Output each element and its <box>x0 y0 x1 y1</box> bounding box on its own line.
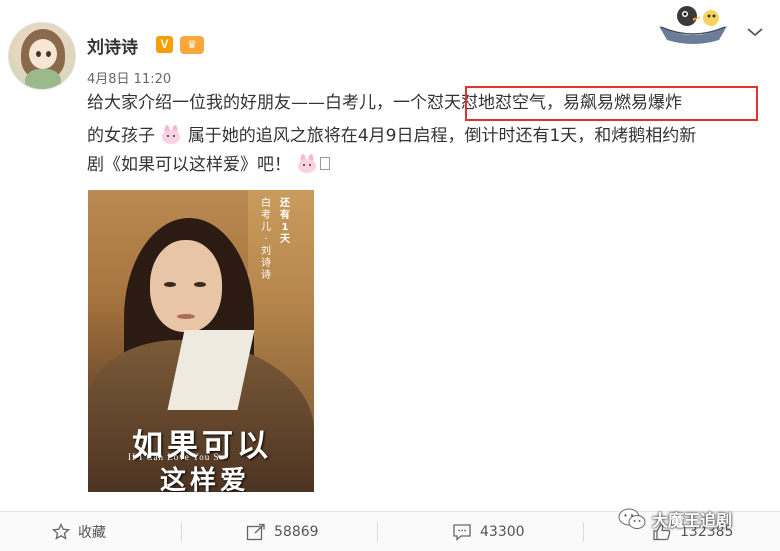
post-text-line: 的女孩子 属于她的追风之旅将在4月9日启程，倒计时还有1天，和烤鹅相约新 <box>87 123 696 149</box>
poster-eye <box>194 282 206 287</box>
comment-count: 43300 <box>480 524 525 540</box>
favorite-button[interactable]: 收藏 <box>52 512 106 551</box>
poster-vertical-caption: 白考儿 · 刘诗诗 <box>261 198 271 281</box>
missing-glyph-icon <box>320 156 331 170</box>
divider <box>377 522 378 542</box>
repost-count: 58869 <box>274 524 319 540</box>
repost-icon <box>246 523 265 541</box>
verified-badge: V <box>156 36 173 53</box>
post-text-line: 剧《如果可以这样爱》吧！ <box>87 152 331 178</box>
watermark-text: 大魔王追剧 <box>652 511 733 530</box>
bunny-emoji-icon <box>162 124 181 144</box>
drama-poster-image[interactable]: 白考儿 · 刘诗诗 还有1天 如果可以 If I Can Love You So 这… <box>88 190 314 492</box>
avatar[interactable] <box>8 22 76 90</box>
author-name[interactable]: 刘诗诗 <box>87 33 138 58</box>
watermark: 大魔王追剧 <box>618 507 732 531</box>
chevron-down-icon[interactable] <box>744 26 766 40</box>
boat-decoration-icon <box>659 6 727 44</box>
star-icon <box>52 523 70 540</box>
post-text-segment: 的女孩子 <box>87 126 155 146</box>
divider <box>583 522 584 542</box>
divider <box>181 522 182 542</box>
comment-button[interactable]: 43300 <box>452 512 525 551</box>
avatar-eye <box>36 51 41 57</box>
post-text-line: 给大家介绍一位我的好朋友——白考儿，一个怼天怼地怼空气，易飙易燃易爆炸 <box>87 93 682 113</box>
post-text-segment: 剧《如果可以这样爱》吧！ <box>87 155 291 175</box>
comment-icon <box>453 524 471 541</box>
poster-countdown: 还有1天 <box>280 198 290 245</box>
post-timestamp[interactable]: 4月8日 11:20 <box>87 68 171 87</box>
post-text-segment: 属于她的追风之旅将在4月9日启程，倒计时还有1天，和烤鹅相约新 <box>187 126 697 146</box>
avatar-body <box>25 69 61 89</box>
bunny-emoji-icon <box>298 153 317 173</box>
poster-eye <box>164 282 176 287</box>
wechat-icon <box>618 508 646 529</box>
avatar-face <box>29 39 57 69</box>
repost-button[interactable]: 58869 <box>246 512 319 551</box>
poster-title-line2: 这样爱 <box>160 466 251 492</box>
avatar-eye <box>46 51 51 57</box>
favorite-label: 收藏 <box>78 525 106 541</box>
member-badge: ♛ <box>180 36 204 54</box>
poster-lips <box>177 314 195 319</box>
